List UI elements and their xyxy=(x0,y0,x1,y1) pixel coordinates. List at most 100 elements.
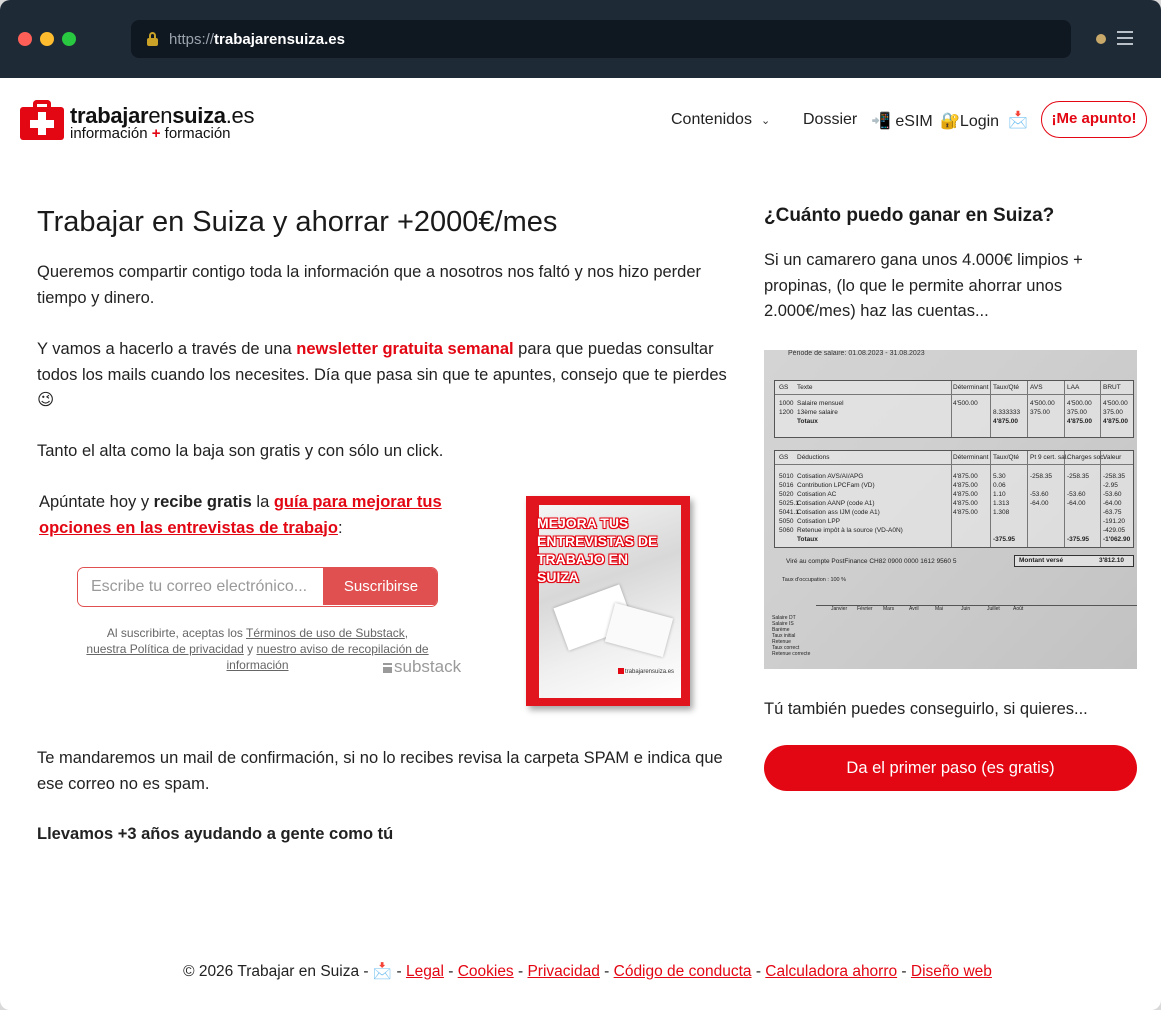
payslip-cell: -53.60 xyxy=(1067,491,1086,498)
newsletter-paragraph: Y vamos a hacerlo a través de una newsle… xyxy=(37,337,737,414)
footer-calculator-link[interactable]: Calculadora ahorro xyxy=(765,963,897,980)
payslip-paid-label: Montant versé xyxy=(1019,557,1064,564)
newsletter-link[interactable]: newsletter gratuita semanal xyxy=(296,340,513,358)
payslip-total-cell: Totaux xyxy=(797,536,818,543)
browser-window: https://trabajarensuiza.es trabajarensui… xyxy=(0,0,1161,1010)
payslip-month: Août xyxy=(1013,606,1024,612)
email-input[interactable] xyxy=(78,568,323,605)
payslip-cell: Cotisation AC xyxy=(797,491,837,498)
payslip-total-cell: -375.95 xyxy=(993,536,1016,543)
paper-image xyxy=(604,602,674,658)
legal-text-b: , xyxy=(404,626,409,640)
footer-sep: - xyxy=(897,963,911,980)
guide-booklet-image[interactable]: MEJORA TUS ENTREVISTAS DE TRABAJO EN SUI… xyxy=(526,496,690,706)
payslip-cell: 8.333333 xyxy=(993,409,1021,416)
footer-sep: - xyxy=(513,963,528,980)
payslip-total-cell: -375.95 xyxy=(1067,536,1090,543)
url-host: trabajarensuiza.es xyxy=(214,31,345,48)
briefcase-cross-logo-icon[interactable] xyxy=(20,100,64,140)
signup-bold: recibe gratis xyxy=(153,493,252,511)
nav-login[interactable]: 🔐Login xyxy=(940,111,999,131)
payslip-cell: -53.60 xyxy=(1030,491,1049,498)
payslip-total-cell: Totaux xyxy=(797,418,818,425)
mail-icon[interactable]: 📩 xyxy=(1008,110,1028,130)
payslip-month: Juin xyxy=(961,606,971,612)
footer-conduct-link[interactable]: Código de conducta xyxy=(614,963,752,980)
payslip-tax-grid: Janvier Février Mars Avril Mai Juin Juillet Aoû… xyxy=(772,605,1137,665)
minimize-window-button[interactable] xyxy=(40,32,54,46)
lock-icon xyxy=(147,32,158,46)
signup-text-c: : xyxy=(337,518,343,537)
payslip-cell: 375.00 xyxy=(1103,409,1123,416)
first-step-button[interactable]: Da el primer paso (es gratis) xyxy=(764,745,1137,791)
payslip-cell: 4'875.00 xyxy=(953,491,978,498)
footer-copyright: © 2026 Trabajar en Suiza - xyxy=(183,963,373,980)
footer-cookies-link[interactable]: Cookies xyxy=(458,963,514,980)
payslip-cell: 1.10 xyxy=(993,491,1006,498)
payslip-total-cell: -1'062.90 xyxy=(1103,536,1131,543)
nav-contenidos[interactable]: Contenidos xyxy=(671,111,752,129)
site-logo-text[interactable]: trabajarensuiza.es xyxy=(70,105,254,127)
subscribe-form: Suscribirse xyxy=(77,567,438,607)
payslip-cell: 5.30 xyxy=(993,473,1006,480)
payslip-cell: 4'875.00 xyxy=(953,509,978,516)
extension-dot-icon[interactable] xyxy=(1096,34,1106,44)
payslip-cell: BRUT xyxy=(1103,384,1121,391)
footer-privacy-link[interactable]: Privacidad xyxy=(527,963,599,980)
terms-link[interactable]: Términos de uso de Substack xyxy=(246,626,405,640)
newsletter-text-a: Y vamos a hacerlo a través de una xyxy=(37,340,297,358)
booklet-logo-text: trabajarensuiza.es xyxy=(625,669,675,675)
footer-sep: - xyxy=(599,963,614,980)
footer-design-link[interactable]: Diseño web xyxy=(911,963,992,980)
payslip-cell: Déterminant xyxy=(953,384,989,391)
booklet-logo-icon xyxy=(618,668,624,674)
confirmation-paragraph: Te mandaremos un mail de confirmación, s… xyxy=(37,749,723,793)
payslip-month: Mars xyxy=(883,606,895,612)
footer-mail-icon[interactable]: 📩 xyxy=(373,963,392,980)
payslip-cell: Salaire mensuel xyxy=(797,400,844,407)
menu-icon[interactable] xyxy=(1117,31,1133,45)
free-paragraph: Tanto el alta como la baja son gratis y … xyxy=(37,442,444,460)
subscribe-button[interactable]: Suscribirse xyxy=(323,568,437,605)
close-window-button[interactable] xyxy=(18,32,32,46)
footer-sep: - xyxy=(443,963,458,980)
payslip-rule xyxy=(951,451,952,547)
payslip-month: Janvier xyxy=(831,606,848,612)
privacy-policy-link[interactable]: nuestra Política de privacidad xyxy=(86,642,243,656)
payslip-cell: 5010 xyxy=(779,473,794,480)
payslip-row-label: Retenue correcte xyxy=(772,651,811,657)
payslip-cell: 4'500.00 xyxy=(1030,400,1055,407)
payslip-cell: 4'875.00 xyxy=(953,482,978,489)
page-title: Trabajar en Suiza y ahorrar +2000€/mes xyxy=(37,206,558,238)
substack-logo[interactable]: substack xyxy=(383,657,461,677)
nav-esim[interactable]: 📲 eSIM xyxy=(871,111,933,131)
payslip-earnings-table: GS Texte Déterminant Taux/Qté AVS LAA BRUT 1000… xyxy=(774,380,1134,438)
address-bar[interactable]: https://trabajarensuiza.es xyxy=(131,20,1071,58)
booklet-logo: trabajarensuiza.es xyxy=(618,668,674,675)
legal-text-c: y xyxy=(243,642,257,656)
payslip-cell: 4'500.00 xyxy=(953,400,978,407)
maximize-window-button[interactable] xyxy=(62,32,76,46)
subscribe-legal-notice: Al suscribirte, aceptas los Términos de … xyxy=(80,625,435,673)
payslip-month: Juillet xyxy=(987,606,1000,612)
chevron-down-icon[interactable]: ⌄ xyxy=(761,114,770,127)
site-header: trabajarensuiza.es información + formaci… xyxy=(0,78,1161,166)
payslip-deductions-table: GS Déductions Déterminant Taux/Qté Pt 9 cert… xyxy=(774,450,1134,548)
payslip-cell: LAA xyxy=(1067,384,1080,391)
signup-text-b: la xyxy=(251,493,274,511)
payslip-rule xyxy=(775,464,1133,465)
payslip-rule xyxy=(1064,451,1065,547)
tagline-informacion: información xyxy=(70,125,148,142)
payslip-photo: Période de salaire: 01.08.2023 - 31.08.2… xyxy=(764,350,1137,669)
tagline-plus: + xyxy=(151,125,161,142)
footer-legal-link[interactable]: Legal xyxy=(406,963,444,980)
intro-paragraph: Queremos compartir contigo toda la infor… xyxy=(37,263,702,307)
earnings-paragraph: Si un camarero gana unos 4.000€ limpios … xyxy=(764,251,1083,320)
payslip-cell: -258.35 xyxy=(1103,473,1126,480)
nav-dossier[interactable]: Dossier xyxy=(803,111,857,129)
signup-header-button[interactable]: ¡Me apunto! xyxy=(1041,101,1147,138)
payslip-cell: Contribution LPCFam (VD) xyxy=(797,482,875,489)
payslip-cell: -2.95 xyxy=(1103,482,1118,489)
payslip-cell: Cotisation AVS/AI/APG xyxy=(797,473,864,480)
payslip-cell: 5050 xyxy=(779,518,794,525)
